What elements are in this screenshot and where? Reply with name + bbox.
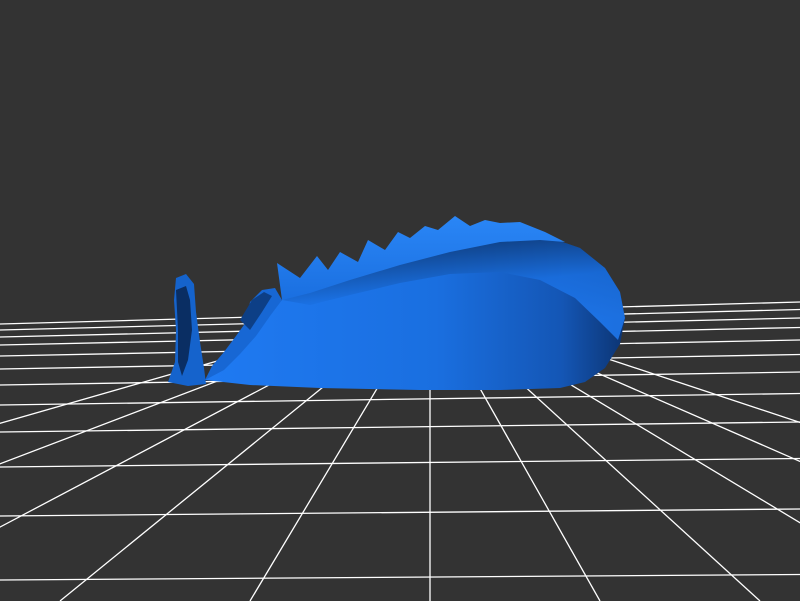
3d-model[interactable] xyxy=(168,216,625,390)
grid-line-horizontal xyxy=(0,392,800,406)
grid-line-horizontal xyxy=(0,508,800,517)
grid-line-horizontal xyxy=(0,573,800,581)
grid-line-horizontal xyxy=(0,421,800,433)
viewport-canvas[interactable] xyxy=(0,0,800,601)
grid-line-horizontal xyxy=(0,457,800,468)
3d-viewport[interactable] xyxy=(0,0,800,601)
